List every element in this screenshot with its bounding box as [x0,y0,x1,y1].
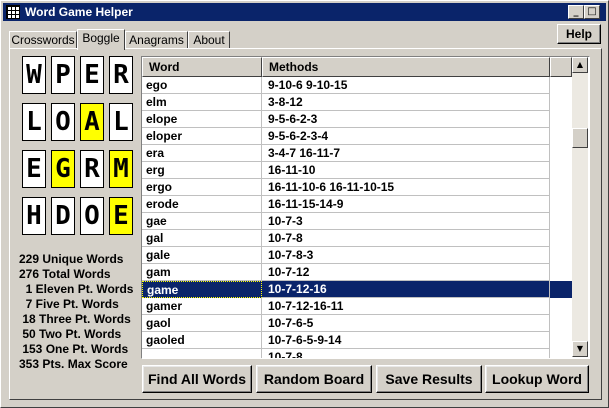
table-row[interactable]: gaol 10-7-6-5 [142,315,572,332]
methods-cell: 9-5-6-2-3 [262,111,550,128]
methods-cell: 3-4-7 16-11-7 [262,145,550,162]
word-cell: gae [142,213,262,230]
stat-line: 276 Total Words [19,267,111,281]
lookup-word-button[interactable]: Lookup Word [485,365,589,393]
table-row[interactable]: gae 10-7-3 [142,213,572,230]
board-tile: G [51,150,75,188]
column-header-word[interactable]: Word [142,57,262,77]
methods-cell: 10-7-12-16 [262,281,550,298]
methods-cell: 10-7-12 [262,264,550,281]
board-tile: E [109,197,133,235]
methods-cell: 9-10-6 9-10-15 [262,77,550,94]
table-row[interactable]: gamer 10-7-12-16-11 [142,298,572,315]
tab-boggle[interactable]: Boggle [77,29,125,50]
word-cell: erg [142,162,262,179]
word-cell: ego [142,77,262,94]
table-row[interactable]: era 3-4-7 16-11-7 [142,145,572,162]
stat-line: 7 Five Pt. Words [19,297,119,311]
methods-cell: 10-7-12-16-11 [262,298,550,315]
board-tile: L [109,103,133,141]
table-row[interactable]: gam 10-7-12 [142,264,572,281]
title-bar[interactable]: Word Game Helper [3,3,606,21]
board-tile: A [80,103,104,141]
word-cell: ergo [142,179,262,196]
scroll-thumb[interactable] [572,128,588,148]
app-window: Word Game Helper _ □ Crosswords Boggle A… [0,0,609,408]
tab-crosswords[interactable]: Crosswords [9,31,77,49]
board-tile: W [22,56,46,94]
column-header-filler [550,57,572,77]
methods-cell: 10-7-8 [262,230,550,247]
board-tile: O [80,197,104,235]
word-cell: gam [142,264,262,281]
find-all-words-button[interactable]: Find All Words [142,365,252,393]
scroll-down-icon[interactable]: ▼ [572,341,588,357]
table-row[interactable]: 10-7-8 [142,349,572,358]
stat-line: 353 Pts. Max Score [19,357,128,371]
word-table[interactable]: Word Methods ego 9-10-6 9-10-15 elm 3-8-12 e… [141,56,590,359]
table-header: Word Methods [142,57,572,77]
methods-cell: 16-11-10 [262,162,550,179]
methods-cell: 10-7-8-3 [262,247,550,264]
app-grid-icon [6,5,20,19]
word-cell: gamer [142,298,262,315]
methods-cell: 10-7-6-5-9-14 [262,332,550,349]
word-cell: elope [142,111,262,128]
word-cell: game [142,281,262,298]
table-row[interactable]: elm 3-8-12 [142,94,572,111]
scroll-up-icon[interactable]: ▲ [572,57,588,73]
methods-cell: 10-7-8 [262,349,550,358]
board-tile: M [109,150,133,188]
table-row[interactable]: game 10-7-12-16 [142,281,572,298]
random-board-button[interactable]: Random Board [256,365,372,393]
word-cell [142,349,262,358]
table-row[interactable]: gaoled 10-7-6-5-9-14 [142,332,572,349]
board-tile: E [22,150,46,188]
methods-cell: 10-7-6-5 [262,315,550,332]
board-tile: P [51,56,75,94]
column-header-methods[interactable]: Methods [262,57,550,77]
word-cell: gal [142,230,262,247]
stat-line: 18 Three Pt. Words [19,312,131,326]
table-row[interactable]: gale 10-7-8-3 [142,247,572,264]
table-scrollbar[interactable]: ▲ ▼ [572,57,588,357]
table-row[interactable]: ergo 16-11-10-6 16-11-10-15 [142,179,572,196]
stat-line: 1 Eleven Pt. Words [19,282,134,296]
table-row[interactable]: erode 16-11-15-14-9 [142,196,572,213]
methods-cell: 16-11-15-14-9 [262,196,550,213]
minimize-button[interactable]: _ [568,5,584,19]
stat-line: 153 One Pt. Words [19,342,129,356]
table-row[interactable]: ego 9-10-6 9-10-15 [142,77,572,94]
help-button[interactable]: Help [557,24,601,44]
table-row[interactable]: eloper 9-5-6-2-3-4 [142,128,572,145]
table-row[interactable]: erg 16-11-10 [142,162,572,179]
methods-cell: 10-7-3 [262,213,550,230]
table-row[interactable]: gal 10-7-8 [142,230,572,247]
word-cell: eloper [142,128,262,145]
board-tile: R [109,56,133,94]
tab-about[interactable]: About [188,31,230,49]
word-cell: gale [142,247,262,264]
word-cell: gaol [142,315,262,332]
table-row[interactable]: elope 9-5-6-2-3 [142,111,572,128]
maximize-button[interactable]: □ [584,5,600,19]
save-results-button[interactable]: Save Results [376,365,482,393]
board-tile: R [80,150,104,188]
board-tile: L [22,103,46,141]
board-tile: E [80,56,104,94]
board-tile: D [51,197,75,235]
methods-cell: 9-5-6-2-3-4 [262,128,550,145]
word-cell: era [142,145,262,162]
board-tile: O [51,103,75,141]
stat-line: 50 Two Pt. Words [19,327,122,341]
tab-anagrams[interactable]: Anagrams [125,31,188,49]
word-cell: elm [142,94,262,111]
word-cell: gaoled [142,332,262,349]
board-tile: H [22,197,46,235]
word-cell: erode [142,196,262,213]
window-title: Word Game Helper [25,5,133,19]
methods-cell: 3-8-12 [262,94,550,111]
methods-cell: 16-11-10-6 16-11-10-15 [262,179,550,196]
stat-line: 229 Unique Words [19,252,124,266]
